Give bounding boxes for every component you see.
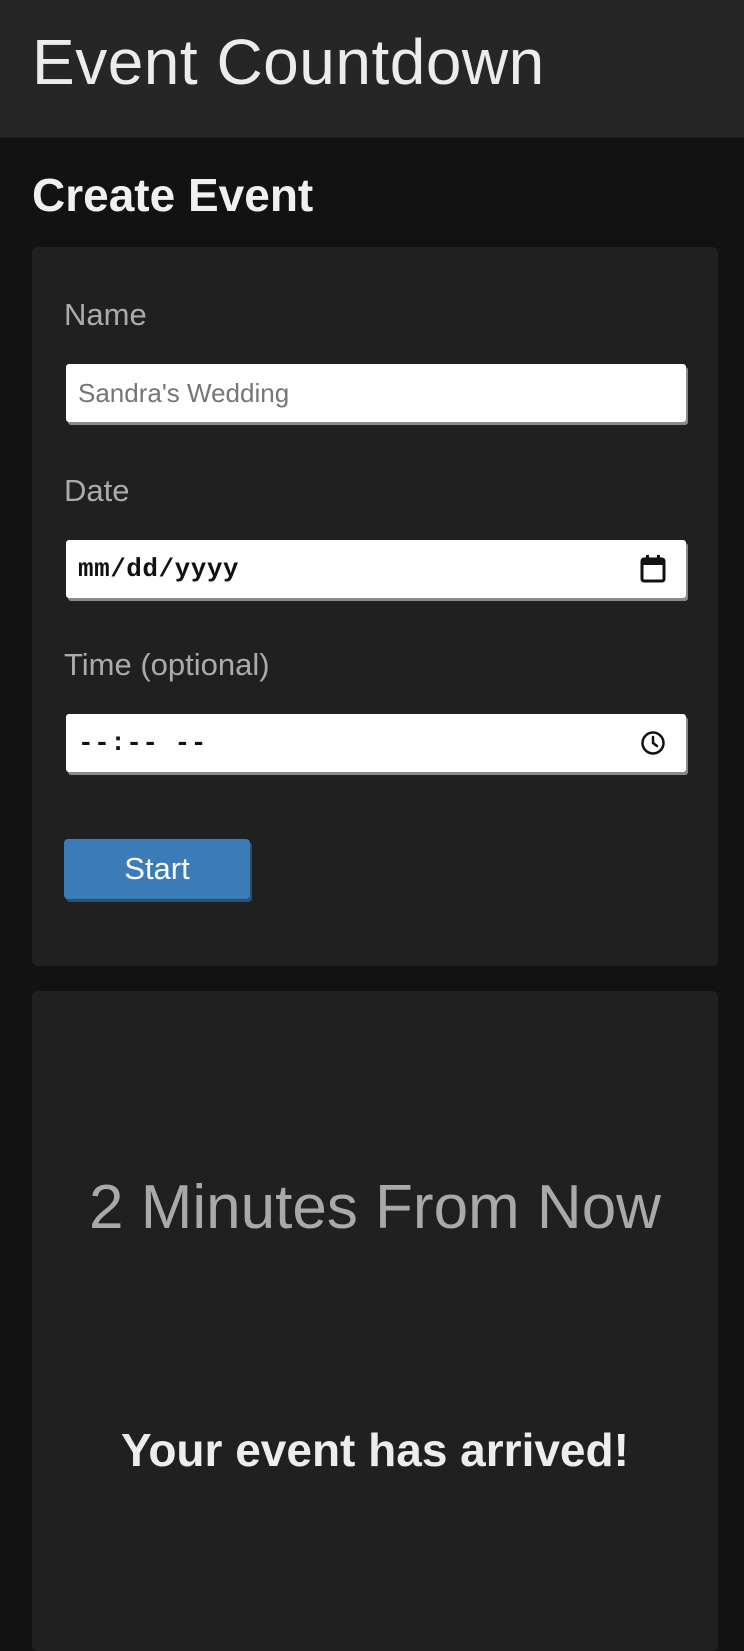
clock-icon[interactable]	[638, 728, 668, 758]
create-event-heading: Create Event	[32, 169, 314, 221]
start-button[interactable]: Start	[64, 839, 250, 899]
countdown-panel: 2 Minutes From Now Your event has arrive…	[32, 991, 718, 1651]
date-label: Date	[64, 473, 130, 508]
app-header: Event Countdown	[0, 0, 744, 138]
time-input[interactable]: --:-- --	[66, 714, 686, 772]
create-event-form: Name Sandra's Wedding Date mm/dd/yyyy Ti…	[32, 247, 718, 966]
name-input-value: Sandra's Wedding	[78, 377, 290, 408]
name-label: Name	[64, 297, 147, 332]
date-input[interactable]: mm/dd/yyyy	[66, 540, 686, 598]
countdown-relative-time: 2 Minutes From Now	[89, 1173, 661, 1242]
name-input[interactable]: Sandra's Wedding	[66, 364, 686, 422]
time-input-placeholder: --:-- --	[78, 728, 207, 758]
date-input-placeholder: mm/dd/yyyy	[78, 554, 240, 584]
calendar-icon[interactable]	[638, 554, 668, 584]
time-label: Time (optional)	[64, 647, 270, 682]
event-arrived-message: Your event has arrived!	[121, 1424, 629, 1476]
app-title: Event Countdown	[32, 26, 545, 98]
